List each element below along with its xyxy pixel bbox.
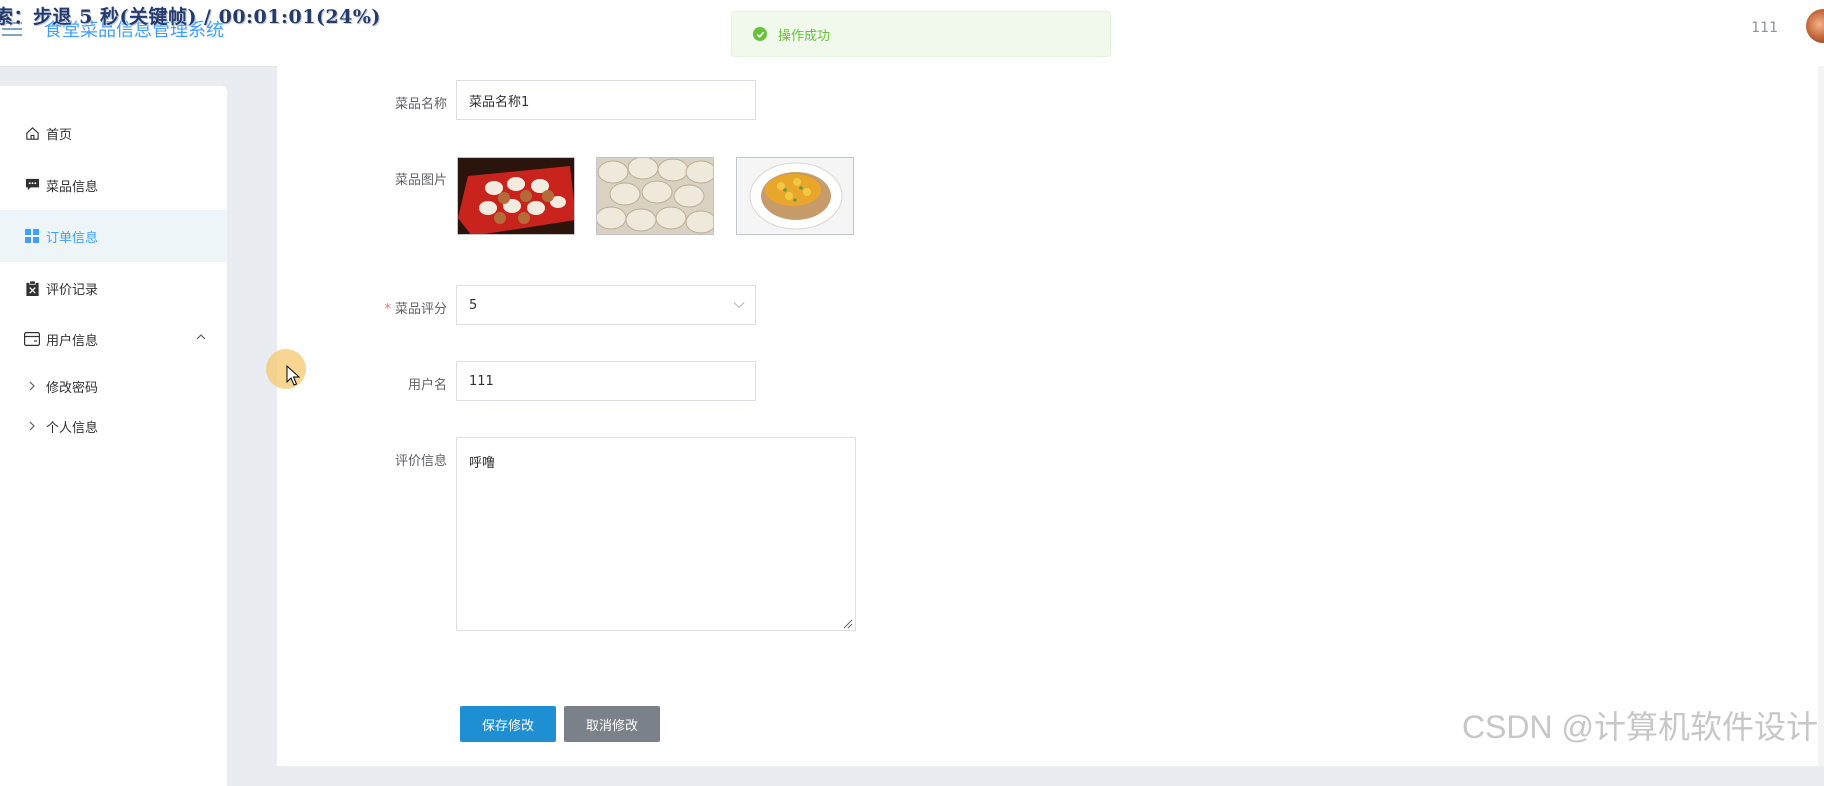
chevron-up-icon: [195, 331, 207, 343]
sidebar-subitem-label: 个人信息: [46, 420, 99, 436]
rating-select[interactable]: 5: [456, 285, 756, 325]
sidebar-item-orders[interactable]: 订单信息: [0, 210, 227, 262]
check-circle-icon: [753, 27, 767, 41]
chevron-down-icon: [733, 299, 745, 309]
sidebar-subitem-label: 修改密码: [46, 380, 99, 396]
review-label: 评价信息: [394, 454, 447, 469]
sidebar-subitem-profile[interactable]: 个人信息: [0, 408, 227, 444]
wallet-icon: [24, 331, 40, 347]
chat-icon: [24, 177, 40, 193]
sidebar-item-label: 评价记录: [46, 282, 99, 298]
username-input[interactable]: 111: [456, 361, 756, 401]
sidebar-item-label: 用户信息: [46, 333, 99, 349]
avatar[interactable]: [1806, 9, 1824, 43]
required-asterisk: *: [384, 302, 391, 317]
clipboard-icon: [24, 280, 40, 296]
header-username[interactable]: 111: [1751, 20, 1778, 36]
grid-icon: [24, 228, 40, 244]
review-textarea[interactable]: 呼噜: [456, 437, 856, 631]
video-overlay-text: 索：步退 5 秒(关键帧) / 00:01:01(24%): [0, 6, 381, 28]
dish-image-3[interactable]: [736, 157, 854, 235]
chevron-right-icon: [26, 420, 38, 432]
rating-value: 5: [469, 297, 478, 313]
review-text: 呼噜: [469, 456, 496, 471]
rating-label: * 菜品评分: [384, 302, 447, 317]
sidebar-item-home[interactable]: 首页: [0, 107, 227, 159]
dish-image-1[interactable]: [457, 157, 575, 235]
sidebar-item-label: 首页: [46, 127, 73, 143]
watermark-text: CSDN @计算机软件设计: [1461, 709, 1818, 745]
cancel-button[interactable]: 取消修改: [564, 706, 660, 742]
success-toast: 操作成功: [731, 11, 1111, 57]
dish-name-input[interactable]: 菜品名称1: [456, 80, 756, 120]
dish-image-2[interactable]: [596, 157, 714, 235]
sidebar: 首页 菜品信息 订单信息 评价记录 用户信息 修改密码 个人信息: [0, 86, 227, 786]
chevron-right-icon: [26, 380, 38, 392]
scrollbar[interactable]: [1818, 66, 1824, 766]
dish-name-label: 菜品名称: [394, 97, 447, 112]
save-button[interactable]: 保存修改: [460, 706, 556, 742]
home-icon: [24, 125, 40, 141]
sidebar-item-user-info[interactable]: 用户信息: [0, 313, 227, 365]
sidebar-item-dishes[interactable]: 菜品信息: [0, 159, 227, 211]
cursor-pointer-icon: [286, 364, 301, 387]
sidebar-item-reviews[interactable]: 评价记录: [0, 262, 227, 314]
top-header: 食堂菜品信息管理系统 索：步退 5 秒(关键帧) / 00:01:01(24%)…: [0, 0, 1824, 67]
dish-image-label: 菜品图片: [394, 173, 447, 188]
sidebar-subitem-change-password[interactable]: 修改密码: [0, 368, 227, 404]
username-label: 用户名: [407, 378, 447, 393]
toast-message: 操作成功: [778, 28, 831, 44]
sidebar-item-label: 订单信息: [46, 230, 99, 246]
sidebar-item-label: 菜品信息: [46, 179, 99, 195]
resize-handle-icon[interactable]: [843, 618, 853, 629]
